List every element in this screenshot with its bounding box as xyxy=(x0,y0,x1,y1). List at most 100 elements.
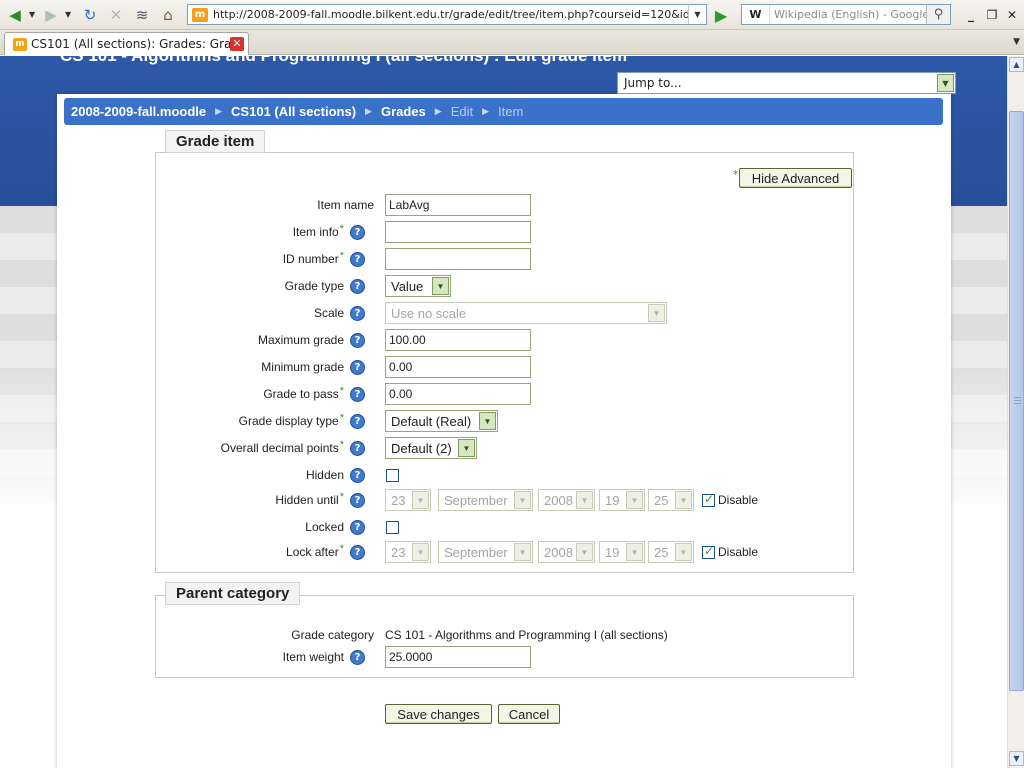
url-history-dropdown-icon[interactable]: ▼ xyxy=(688,5,706,24)
history-icon[interactable]: ≋ xyxy=(131,4,153,26)
tab-favicon-icon: m xyxy=(13,37,27,51)
help-icon[interactable]: ? xyxy=(350,493,365,508)
page-title: CS 101 - Algorithms and Programming I (a… xyxy=(60,56,627,66)
id-number-input[interactable] xyxy=(385,248,531,270)
help-icon[interactable]: ? xyxy=(350,360,365,375)
chevron-down-icon: ▼ xyxy=(514,491,531,509)
grade-to-pass-row: Grade to pass* ? 0.00 xyxy=(156,383,853,407)
lock-after-hour-select: 19 ▼ xyxy=(599,541,645,563)
chevron-down-icon: ▼ xyxy=(576,491,593,509)
breadcrumb-link-site[interactable]: 2008-2009-fall.moodle xyxy=(71,104,206,119)
required-marker: * xyxy=(339,250,344,262)
parent-category-legend: Parent category xyxy=(165,582,301,605)
scrollbar-grip-icon xyxy=(1014,397,1021,405)
help-icon[interactable]: ? xyxy=(350,306,365,321)
help-icon[interactable]: ? xyxy=(350,225,365,240)
help-icon[interactable]: ? xyxy=(350,468,365,483)
help-icon[interactable]: ? xyxy=(350,252,365,267)
lock-after-label: Lock after* xyxy=(286,543,344,559)
url-bar[interactable]: m http://2008-2009-fall.moodle.bilkent.e… xyxy=(187,4,707,25)
browser-tab[interactable]: m CS101 (All sections): Grades: Gra... ✕ xyxy=(4,32,249,55)
overall-decimal-points-label-text: Overall decimal points xyxy=(220,441,339,455)
locked-checkbox[interactable] xyxy=(386,521,399,534)
grade-item-fieldset: Grade item * Hide Advanced Item name Lab… xyxy=(155,130,854,573)
chevron-down-icon: ▼ xyxy=(626,543,643,561)
chevron-down-icon: ▼ xyxy=(432,277,449,295)
lock-after-disable-checkbox[interactable] xyxy=(702,544,715,559)
tab-list-dropdown-icon[interactable]: ▼ xyxy=(1013,37,1020,47)
save-changes-button[interactable]: Save changes xyxy=(385,704,492,724)
hidden-until-row: Hidden until* ? 23 ▼ September ▼ 2008 ▼ 19 ▼… xyxy=(156,489,853,513)
breadcrumb-link-grades[interactable]: Grades xyxy=(381,104,426,119)
help-icon[interactable]: ? xyxy=(350,520,365,535)
chevron-down-icon: ▼ xyxy=(648,304,665,322)
restore-icon[interactable]: ❐ xyxy=(983,6,1001,24)
forward-history-dropdown-icon[interactable]: ▼ xyxy=(65,10,71,19)
item-name-input[interactable]: LabAvg xyxy=(385,194,531,216)
grade-display-type-select[interactable]: Default (Real) ▼ xyxy=(385,410,498,432)
maximum-grade-input[interactable]: 100.00 xyxy=(385,329,531,351)
back-history-dropdown-icon[interactable]: ▼ xyxy=(29,10,35,19)
help-icon[interactable]: ? xyxy=(350,279,365,294)
home-icon[interactable]: ⌂ xyxy=(157,4,179,26)
hidden-checkbox[interactable] xyxy=(386,469,399,482)
search-input[interactable]: Wikipedia (English) - Google xyxy=(770,8,929,21)
search-box[interactable]: W Wikipedia (English) - Google xyxy=(741,4,951,25)
item-name-label: Item name xyxy=(317,198,374,212)
url-text: http://2008-2009-fall.moodle.bilkent.edu… xyxy=(213,8,707,21)
breadcrumb: 2008-2009-fall.moodle ▶ CS101 (All secti… xyxy=(64,98,943,125)
scale-row: Scale ? Use no scale ▼ xyxy=(156,302,853,326)
go-arrow-icon[interactable]: ▶ xyxy=(710,4,732,26)
item-weight-input[interactable]: 25.0000 xyxy=(385,646,531,668)
hidden-until-disable-checkbox[interactable] xyxy=(702,492,715,507)
reload-icon[interactable]: ↻ xyxy=(79,4,101,26)
close-window-icon[interactable]: ✕ xyxy=(1003,6,1021,24)
browser-toolbar: ◀ ▼ ▶ ▼ ↻ ✕ ≋ ⌂ m http://2008-2009-fall.… xyxy=(0,0,1024,30)
close-tab-icon[interactable]: ✕ xyxy=(230,37,244,51)
help-icon[interactable]: ? xyxy=(350,333,365,348)
locked-row: Locked ? xyxy=(156,516,853,540)
help-icon[interactable]: ? xyxy=(350,545,365,560)
minimum-grade-label: Minimum grade xyxy=(261,360,344,374)
id-number-label-text: ID number xyxy=(282,252,339,266)
item-info-input[interactable] xyxy=(385,221,531,243)
chevron-down-icon: ▼ xyxy=(479,412,496,430)
jump-to-select[interactable]: Jump to... ▼ xyxy=(617,72,956,94)
breadcrumb-link-course[interactable]: CS101 (All sections) xyxy=(231,104,356,119)
help-icon[interactable]: ? xyxy=(350,650,365,665)
vertical-scrollbar[interactable]: ▲ ▼ xyxy=(1007,56,1024,768)
help-icon[interactable]: ? xyxy=(350,441,365,456)
minimum-grade-row: Minimum grade ? 0.00 xyxy=(156,356,853,380)
grade-to-pass-label-text: Grade to pass xyxy=(263,387,339,401)
help-icon[interactable]: ? xyxy=(350,387,365,402)
scrollbar-thumb[interactable] xyxy=(1009,111,1024,691)
item-info-row: Item info* ? xyxy=(156,221,853,245)
scroll-down-icon[interactable]: ▼ xyxy=(1009,751,1024,766)
stop-icon[interactable]: ✕ xyxy=(105,4,127,26)
grade-to-pass-label: Grade to pass* xyxy=(263,385,344,401)
cancel-button[interactable]: Cancel xyxy=(498,704,560,724)
required-marker: * xyxy=(339,491,344,503)
chevron-down-icon: ▼ xyxy=(458,439,475,457)
lock-after-year-value: 2008 xyxy=(544,545,573,560)
hidden-until-hour-value: 19 xyxy=(605,493,620,508)
overall-decimal-points-select[interactable]: Default (2) ▼ xyxy=(385,437,477,459)
hidden-until-day-select: 23 ▼ xyxy=(385,489,431,511)
forward-arrow-icon[interactable]: ▶ xyxy=(40,4,62,26)
scale-label: Scale xyxy=(313,306,344,320)
hide-advanced-button[interactable]: Hide Advanced xyxy=(739,168,852,188)
grade-type-select[interactable]: Value ▼ xyxy=(385,275,451,297)
minimum-grade-input[interactable]: 0.00 xyxy=(385,356,531,378)
overall-decimal-points-row: Overall decimal points* ? Default (2) ▼ xyxy=(156,437,853,461)
search-magnifier-icon[interactable]: ⚲ xyxy=(926,5,950,24)
chevron-down-icon: ▼ xyxy=(675,491,692,509)
scroll-up-icon[interactable]: ▲ xyxy=(1009,57,1024,72)
hidden-until-year-value: 2008 xyxy=(544,493,573,508)
search-engine-icon[interactable]: W xyxy=(742,5,770,24)
grade-to-pass-input[interactable]: 0.00 xyxy=(385,383,531,405)
back-arrow-icon[interactable]: ◀ xyxy=(4,4,26,26)
help-icon[interactable]: ? xyxy=(350,414,365,429)
hidden-until-month-value: September xyxy=(444,493,508,508)
minimize-icon[interactable]: _ xyxy=(962,6,980,24)
chevron-down-icon: ▼ xyxy=(576,543,593,561)
